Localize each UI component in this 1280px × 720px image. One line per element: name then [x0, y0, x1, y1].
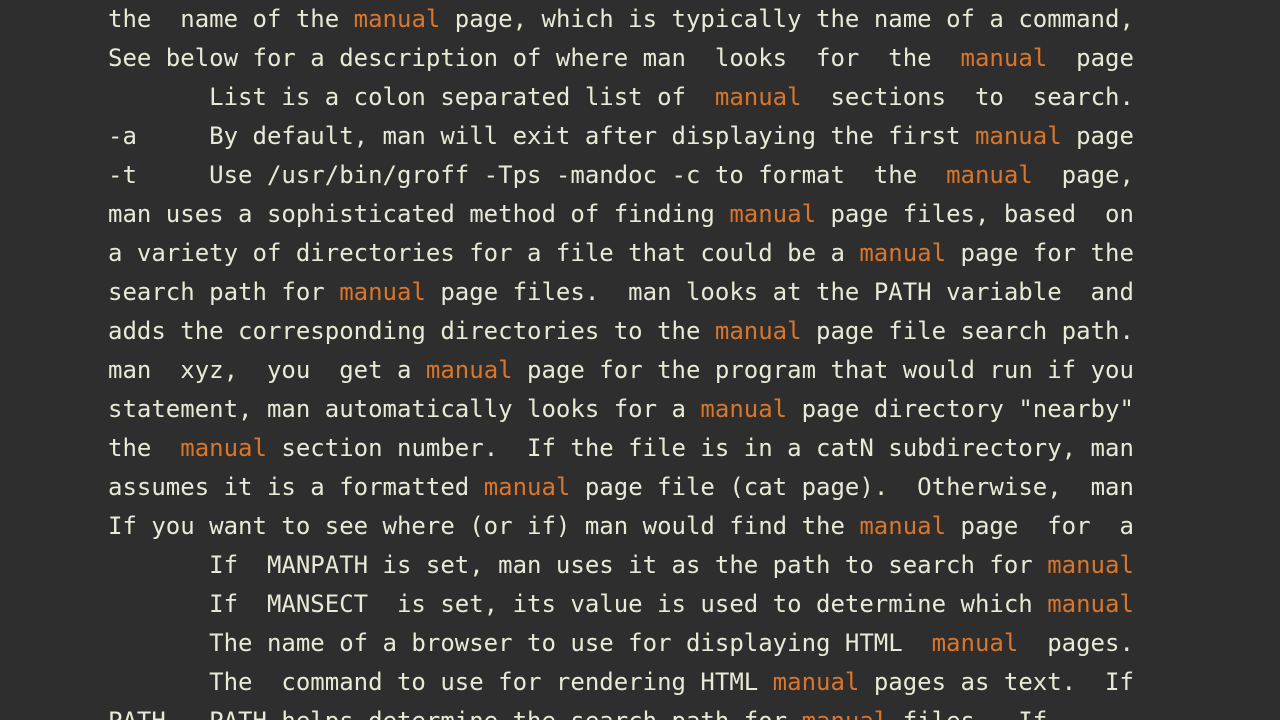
- terminal-text: section number. If the file is in a catN…: [266, 434, 1134, 462]
- terminal-line: search path for manual page files. man l…: [108, 273, 1280, 312]
- terminal-text: The name of a browser to use for display…: [108, 629, 932, 657]
- terminal-text: page file (cat page). Otherwise, man: [570, 473, 1134, 501]
- terminal-text: See below for a description of where man…: [108, 44, 961, 72]
- terminal-line: If MANPATH is set, man uses it as the pa…: [108, 546, 1280, 585]
- terminal-screen-text: the name of the manual page, which is ty…: [108, 0, 1280, 720]
- terminal-line: the manual section number. If the file i…: [108, 429, 1280, 468]
- highlighted-term: manual: [483, 473, 571, 501]
- highlighted-term: manual: [714, 83, 802, 111]
- terminal-text: page files, based on: [816, 200, 1134, 228]
- highlighted-term: manual: [353, 5, 441, 33]
- terminal-line: statement, man automatically looks for a…: [108, 390, 1280, 429]
- terminal-text: page: [1047, 44, 1134, 72]
- terminal-text: If MANSECT is set, its value is used to …: [108, 590, 1048, 618]
- highlighted-term: manual: [859, 239, 947, 267]
- terminal-text: PATH PATH helps determine the search pat…: [108, 707, 802, 720]
- terminal-text: page,: [1032, 161, 1134, 189]
- highlighted-term: manual: [425, 356, 513, 384]
- terminal-text: If you want to see where (or if) man wou…: [108, 512, 860, 540]
- terminal-line: assumes it is a formatted manual page fi…: [108, 468, 1280, 507]
- highlighted-term: manual: [700, 395, 788, 423]
- terminal-text: pages as text. If: [859, 668, 1134, 696]
- highlighted-term: manual: [1047, 590, 1134, 618]
- terminal-line: See below for a description of where man…: [108, 39, 1280, 78]
- terminal-line: -a By default, man will exit after displ…: [108, 117, 1280, 156]
- terminal-text: assumes it is a formatted: [108, 473, 484, 501]
- highlighted-term: manual: [1047, 551, 1134, 579]
- terminal-text: page for a: [946, 512, 1134, 540]
- terminal-line: man uses a sophisticated method of findi…: [108, 195, 1280, 234]
- highlighted-term: manual: [339, 278, 426, 306]
- terminal-text: a variety of directories for a file that…: [108, 239, 860, 267]
- terminal-line: If MANSECT is set, its value is used to …: [108, 585, 1280, 624]
- highlighted-term: manual: [960, 44, 1048, 72]
- terminal-text: page for the: [946, 239, 1134, 267]
- terminal-text: search path for: [108, 278, 340, 306]
- highlighted-term: manual: [772, 668, 860, 696]
- highlighted-term: manual: [180, 434, 267, 462]
- terminal-line: List is a colon separated list of manual…: [108, 78, 1280, 117]
- terminal-text: page for the program that would run if y…: [512, 356, 1134, 384]
- terminal-text: the: [108, 434, 181, 462]
- terminal-text: man xyz, you get a: [108, 356, 426, 384]
- terminal-line: -t Use /usr/bin/groff -Tps -mandoc -c to…: [108, 156, 1280, 195]
- terminal-window[interactable]: the name of the manual page, which is ty…: [0, 0, 1280, 720]
- terminal-line: adds the corresponding directories to th…: [108, 312, 1280, 351]
- terminal-text: the name of the: [108, 5, 354, 33]
- terminal-text: List is a colon separated list of: [108, 83, 715, 111]
- terminal-line: The command to use for rendering HTML ma…: [108, 663, 1280, 702]
- highlighted-term: manual: [859, 512, 947, 540]
- terminal-text: files. If: [888, 707, 1048, 720]
- highlighted-term: manual: [714, 317, 802, 345]
- terminal-line: a variety of directories for a file that…: [108, 234, 1280, 273]
- terminal-text: -a By default, man will exit after displ…: [108, 122, 975, 150]
- terminal-text: sections to search.: [801, 83, 1134, 111]
- terminal-text: page, which is typically the name of a c…: [440, 5, 1134, 33]
- highlighted-term: manual: [974, 122, 1062, 150]
- terminal-text: -t Use /usr/bin/groff -Tps -mandoc -c to…: [108, 161, 947, 189]
- highlighted-term: manual: [729, 200, 817, 228]
- terminal-text: adds the corresponding directories to th…: [108, 317, 715, 345]
- terminal-text: page: [1061, 122, 1134, 150]
- terminal-text: pages.: [1018, 629, 1134, 657]
- terminal-text: The command to use for rendering HTML: [108, 668, 773, 696]
- terminal-line: man xyz, you get a manual page for the p…: [108, 351, 1280, 390]
- terminal-text: page file search path.: [801, 317, 1134, 345]
- terminal-text: If MANPATH is set, man uses it as the pa…: [108, 551, 1048, 579]
- terminal-line: the name of the manual page, which is ty…: [108, 0, 1280, 39]
- terminal-text: page directory "nearby": [787, 395, 1134, 423]
- highlighted-term: manual: [931, 629, 1019, 657]
- terminal-line: PATH PATH helps determine the search pat…: [108, 702, 1280, 720]
- terminal-text: statement, man automatically looks for a: [108, 395, 701, 423]
- terminal-text: page files. man looks at the PATH variab…: [425, 278, 1134, 306]
- highlighted-term: manual: [802, 707, 889, 720]
- terminal-line: The name of a browser to use for display…: [108, 624, 1280, 663]
- highlighted-term: manual: [946, 161, 1033, 189]
- terminal-line: If you want to see where (or if) man wou…: [108, 507, 1280, 546]
- terminal-text: man uses a sophisticated method of findi…: [108, 200, 730, 228]
